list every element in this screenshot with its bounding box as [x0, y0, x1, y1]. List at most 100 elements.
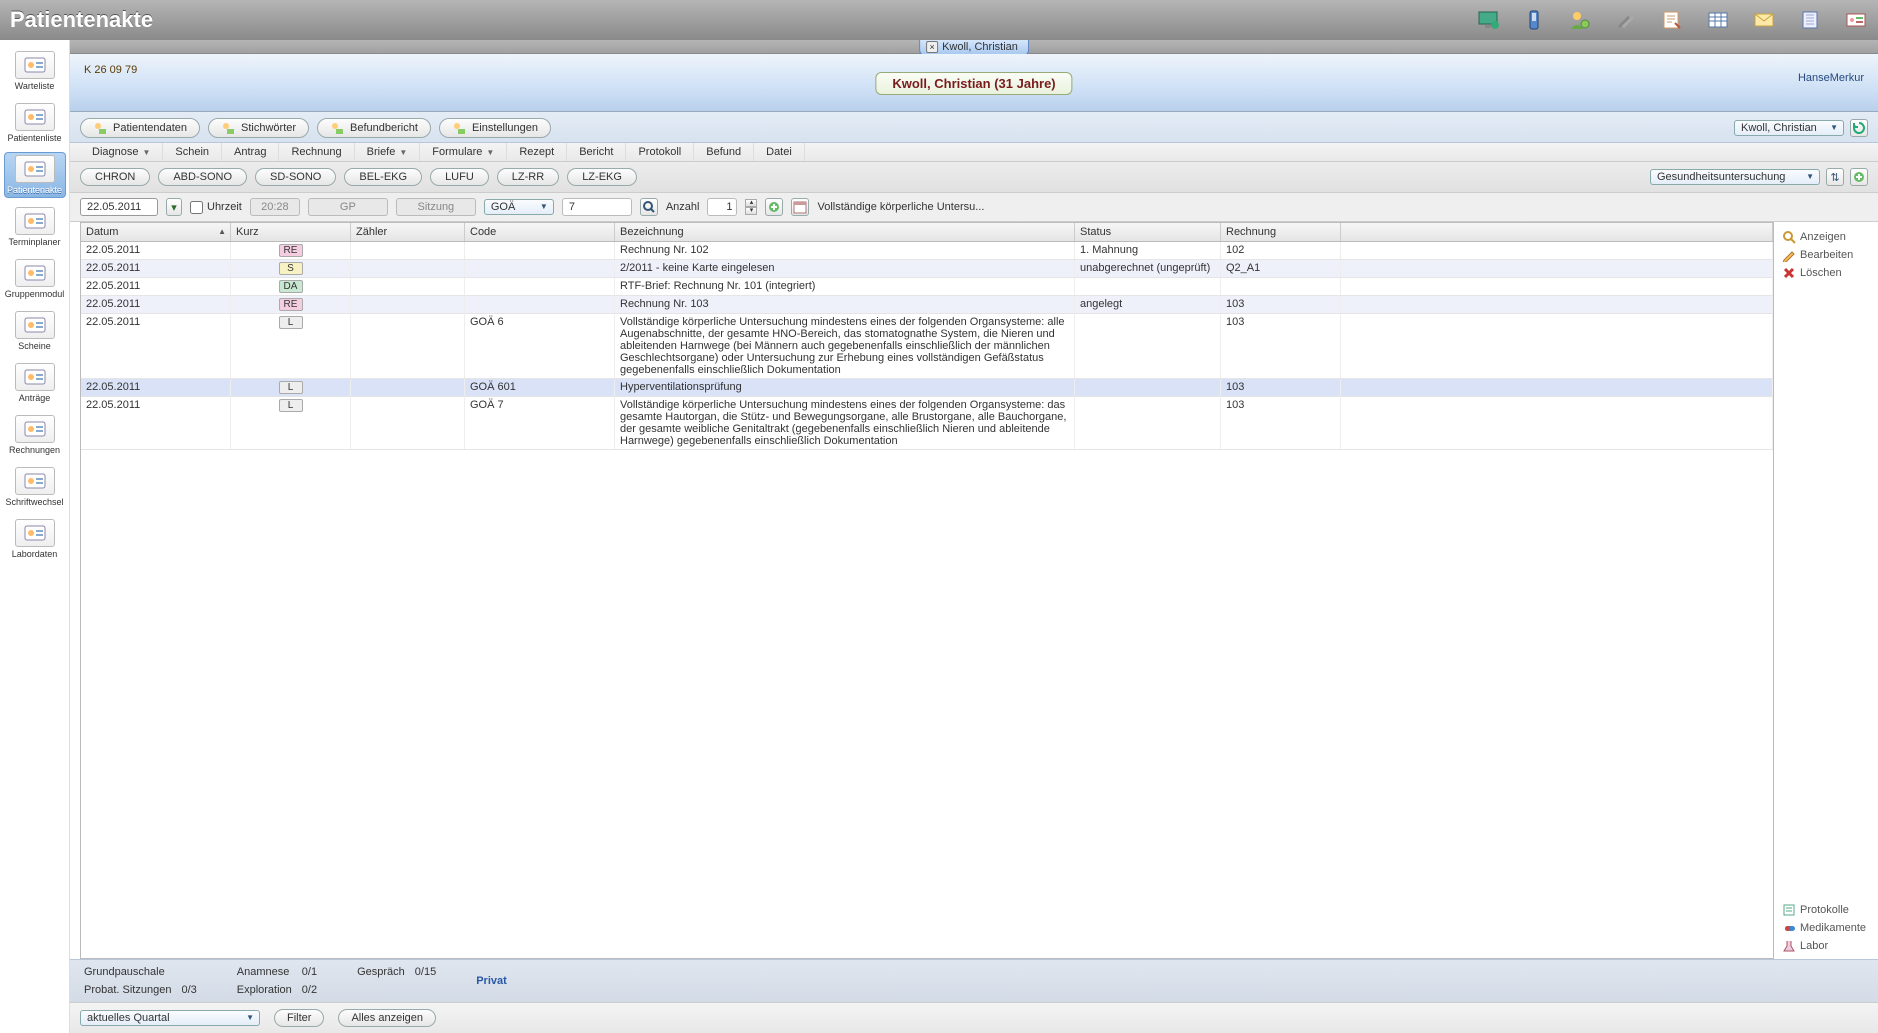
- menu-protokoll[interactable]: Protokoll: [626, 143, 694, 161]
- filter-button[interactable]: Filter: [274, 1009, 324, 1027]
- menu-befund[interactable]: Befund: [694, 143, 754, 161]
- sidebar-item-terminplaner[interactable]: Terminplaner: [4, 204, 66, 250]
- search-button[interactable]: [640, 198, 658, 216]
- cell-bezeichnung: Vollständige körperliche Untersuchung mi…: [615, 397, 1075, 449]
- action-loeschen[interactable]: Löschen: [1782, 264, 1874, 282]
- tag-lz-rr[interactable]: LZ-RR: [497, 168, 559, 186]
- cell-datum: 22.05.2011: [81, 242, 231, 259]
- add-tag-button[interactable]: [1850, 168, 1868, 186]
- cell-kurz: DA: [231, 278, 351, 295]
- link-labor[interactable]: Labor: [1782, 937, 1874, 955]
- calendar-button[interactable]: [791, 198, 809, 216]
- link-protokolle[interactable]: Protokolle: [1782, 901, 1874, 919]
- entry-actions-panel: Anzeigen Bearbeiten Löschen: [1778, 222, 1878, 288]
- th-code[interactable]: Code: [465, 223, 615, 241]
- menu-formulare[interactable]: Formulare▼: [420, 143, 507, 161]
- add-entry-button[interactable]: [765, 198, 783, 216]
- th-status[interactable]: Status: [1075, 223, 1221, 241]
- einstellungen-button[interactable]: Einstellungen: [439, 118, 551, 138]
- tag-lz-ekg[interactable]: LZ-EKG: [567, 168, 637, 186]
- cell-status: angelegt: [1075, 296, 1221, 313]
- filter-desc: Vollständige körperliche Untersu...: [817, 201, 984, 213]
- entries-table: Datum Kurz Zähler Code Bezeichnung Statu…: [80, 222, 1774, 959]
- befundbericht-button[interactable]: Befundbericht: [317, 118, 431, 138]
- sidebar-item-gruppenmodul[interactable]: Gruppenmodul: [4, 256, 66, 302]
- val-anamnese: 0/1: [302, 966, 317, 978]
- updown-button[interactable]: ⇅: [1826, 168, 1844, 186]
- action-anzeigen[interactable]: Anzeigen: [1782, 228, 1874, 246]
- menu-antrag[interactable]: Antrag: [222, 143, 279, 161]
- cell-rechnung: [1221, 278, 1341, 295]
- th-kurz[interactable]: Kurz: [231, 223, 351, 241]
- menu-diagnose[interactable]: Diagnose▼: [80, 143, 163, 161]
- table-row[interactable]: 22.05.2011S2/2011 - keine Karte eingeles…: [81, 260, 1773, 278]
- action-bearbeiten[interactable]: Bearbeiten: [1782, 246, 1874, 264]
- tag-chron[interactable]: CHRON: [80, 168, 150, 186]
- close-icon[interactable]: ×: [926, 41, 938, 53]
- sidebar-item-labordaten[interactable]: Labordaten: [4, 516, 66, 562]
- th-rechnung[interactable]: Rechnung: [1221, 223, 1341, 241]
- tags-right-select[interactable]: Gesundheitsuntersuchung: [1650, 169, 1820, 185]
- sidebar-item-rechnungen[interactable]: Rechnungen: [4, 412, 66, 458]
- uhrzeit-check[interactable]: [190, 201, 203, 214]
- th-datum[interactable]: Datum: [81, 223, 231, 241]
- table-row[interactable]: 22.05.2011LGOÄ 6Vollständige körperliche…: [81, 314, 1773, 379]
- cell-kurz: L: [231, 379, 351, 396]
- sidebar-item-scheine[interactable]: Scheine: [4, 308, 66, 354]
- menu-label: Briefe: [367, 146, 396, 158]
- tag-sd-sono[interactable]: SD-SONO: [255, 168, 336, 186]
- refresh-button[interactable]: [1850, 119, 1868, 137]
- action-loeschen-label: Löschen: [1800, 267, 1842, 279]
- tb-icon-grid[interactable]: [1706, 8, 1730, 32]
- th-bezeichnung[interactable]: Bezeichnung: [615, 223, 1075, 241]
- menu-rezept[interactable]: Rezept: [507, 143, 567, 161]
- date-dropdown[interactable]: ▾: [166, 198, 182, 216]
- menu-briefe[interactable]: Briefe▼: [355, 143, 421, 161]
- tag-abd-sono[interactable]: ABD-SONO: [158, 168, 247, 186]
- sidebar-item-schriftwechsel[interactable]: Schriftwechsel: [4, 464, 66, 510]
- tag-bel-ekg[interactable]: BEL-EKG: [344, 168, 422, 186]
- sidebar-item-warteliste[interactable]: Warteliste: [4, 48, 66, 94]
- cell-datum: 22.05.2011: [81, 278, 231, 295]
- alles-anzeigen-button[interactable]: Alles anzeigen: [338, 1009, 436, 1027]
- tb-icon-user-gear[interactable]: [1568, 8, 1592, 32]
- link-medikamente[interactable]: Medikamente: [1782, 919, 1874, 937]
- tb-icon-form[interactable]: [1660, 8, 1684, 32]
- tb-icon-tools[interactable]: [1614, 8, 1638, 32]
- tb-icon-phone[interactable]: [1522, 8, 1546, 32]
- menu-label: Befund: [706, 146, 741, 158]
- table-row[interactable]: 22.05.2011LGOÄ 601Hyperventilationsprüfu…: [81, 379, 1773, 397]
- menu-rechnung[interactable]: Rechnung: [279, 143, 354, 161]
- table-row[interactable]: 22.05.2011RERechnung Nr. 103angelegt103: [81, 296, 1773, 314]
- sidebar-item-antraege[interactable]: Anträge: [4, 360, 66, 406]
- tb-icon-monitor[interactable]: [1476, 8, 1500, 32]
- tarif-select[interactable]: GOÄ: [484, 199, 554, 215]
- lbl-gespraech: Gespräch: [357, 966, 405, 996]
- code-input[interactable]: 7: [562, 198, 632, 216]
- cell-bezeichnung: Vollständige körperliche Untersuchung mi…: [615, 314, 1075, 378]
- anzahl-input[interactable]: 1: [707, 198, 737, 216]
- cell-rechnung: 103: [1221, 397, 1341, 449]
- gruppenmodul-icon: [15, 259, 55, 287]
- tb-icon-notebook[interactable]: [1798, 8, 1822, 32]
- table-header: Datum Kurz Zähler Code Bezeichnung Statu…: [81, 223, 1773, 242]
- date-input[interactable]: 22.05.2011: [80, 198, 158, 216]
- menu-bericht[interactable]: Bericht: [567, 143, 626, 161]
- table-row[interactable]: 22.05.2011RERechnung Nr. 1021. Mahnung10…: [81, 242, 1773, 260]
- stichwoerter-button[interactable]: Stichwörter: [208, 118, 309, 138]
- table-row[interactable]: 22.05.2011DARTF-Brief: Rechnung Nr. 101 …: [81, 278, 1773, 296]
- tag-lufu[interactable]: LUFU: [430, 168, 489, 186]
- quartal-select[interactable]: aktuelles Quartal: [80, 1010, 260, 1026]
- menu-schein[interactable]: Schein: [163, 143, 222, 161]
- th-zaehler[interactable]: Zähler: [351, 223, 465, 241]
- sidebar-item-patientenakte[interactable]: Patientenakte: [4, 152, 66, 198]
- tb-icon-mail[interactable]: [1752, 8, 1776, 32]
- anzahl-stepper[interactable]: ▴▾: [745, 199, 757, 215]
- patient-select[interactable]: Kwoll, Christian: [1734, 120, 1844, 136]
- table-row[interactable]: 22.05.2011LGOÄ 7Vollständige körperliche…: [81, 397, 1773, 450]
- tb-icon-card-user[interactable]: [1844, 8, 1868, 32]
- sidebar-item-patientenliste[interactable]: Patientenliste: [4, 100, 66, 146]
- menu-datei[interactable]: Datei: [754, 143, 805, 161]
- uhrzeit-checkbox[interactable]: Uhrzeit: [190, 201, 242, 214]
- patientendaten-button[interactable]: Patientendaten: [80, 118, 200, 138]
